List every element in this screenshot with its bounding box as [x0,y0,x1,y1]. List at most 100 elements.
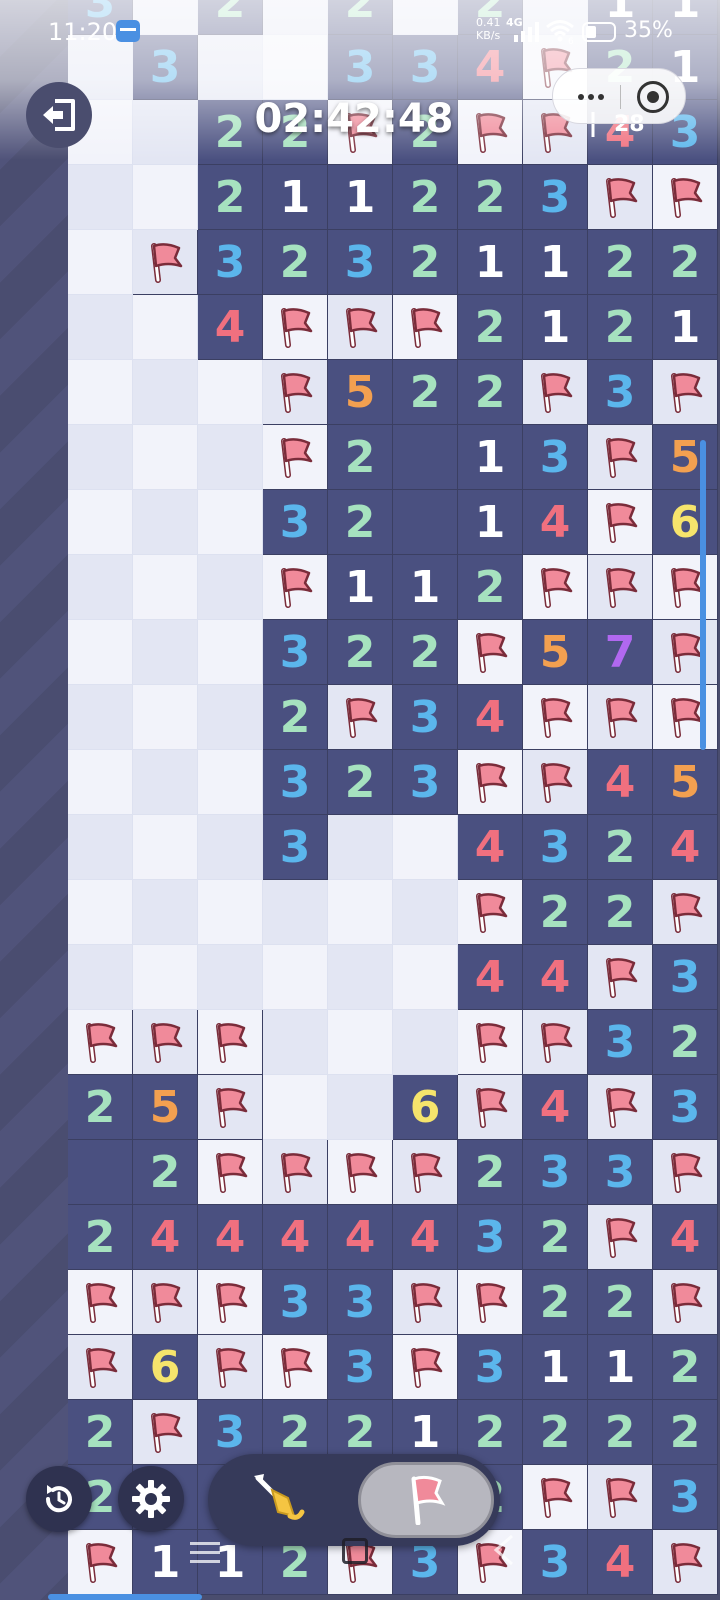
revealed-number-cell[interactable]: 3 [588,360,653,425]
revealed-number-cell[interactable]: 3 [263,620,328,685]
flagged-cell[interactable] [133,1010,198,1075]
revealed-number-cell[interactable]: 4 [198,1205,263,1270]
revealed-number-cell[interactable]: 5 [523,620,588,685]
revealed-number-cell[interactable]: 4 [328,1205,393,1270]
hidden-cell[interactable] [133,620,198,685]
flagged-cell[interactable] [133,1400,198,1465]
flagged-cell[interactable] [458,1075,523,1140]
revealed-number-cell[interactable]: 2 [393,230,458,295]
flagged-cell[interactable] [653,360,718,425]
revealed-number-cell[interactable]: 5 [653,750,718,815]
revealed-number-cell[interactable]: 4 [133,1205,198,1270]
hidden-cell[interactable] [263,945,328,1010]
revealed-number-cell[interactable]: 6 [653,490,718,555]
hidden-cell[interactable] [68,815,133,880]
revealed-number-cell[interactable]: 5 [328,360,393,425]
hidden-cell[interactable] [198,815,263,880]
revealed-number-cell[interactable]: 3 [458,1335,523,1400]
revealed-number-cell[interactable]: 3 [523,1530,588,1595]
flagged-cell[interactable] [653,620,718,685]
revealed-number-cell[interactable]: 1 [458,230,523,295]
revealed-number-cell[interactable]: 4 [588,1530,653,1595]
revealed-number-cell[interactable]: 3 [653,945,718,1010]
flagged-cell[interactable] [198,1140,263,1205]
hidden-cell[interactable] [328,880,393,945]
revealed-number-cell[interactable]: 2 [588,295,653,360]
flagged-cell[interactable] [588,945,653,1010]
revealed-number-cell[interactable]: 3 [393,685,458,750]
flag-tool-button[interactable] [358,1462,494,1538]
hidden-cell[interactable] [328,945,393,1010]
hidden-cell[interactable] [263,1010,328,1075]
hidden-cell[interactable] [133,685,198,750]
hidden-cell[interactable] [133,425,198,490]
hidden-cell[interactable] [328,1010,393,1075]
revealed-number-cell[interactable]: 4 [198,295,263,360]
revealed-number-cell[interactable]: 2 [588,1270,653,1335]
revealed-number-cell[interactable]: 2 [328,490,393,555]
flagged-cell[interactable] [198,1010,263,1075]
hidden-cell[interactable] [198,945,263,1010]
revealed-number-cell[interactable]: 2 [588,1400,653,1465]
hidden-cell[interactable] [198,620,263,685]
flagged-cell[interactable] [393,1140,458,1205]
hidden-cell[interactable] [198,685,263,750]
hidden-cell[interactable] [393,1010,458,1075]
flagged-cell[interactable] [653,1530,718,1595]
settings-button[interactable] [118,1466,184,1532]
flagged-cell[interactable] [263,295,328,360]
revealed-number-cell[interactable]: 2 [653,230,718,295]
revealed-number-cell[interactable]: 3 [523,425,588,490]
revealed-number-cell[interactable]: 2 [133,1140,198,1205]
revealed-number-cell[interactable]: 4 [523,945,588,1010]
flagged-cell[interactable] [458,620,523,685]
revealed-number-cell[interactable]: 4 [523,1075,588,1140]
revealed-number-cell[interactable]: 2 [523,880,588,945]
revealed-number-cell[interactable]: 5 [133,1075,198,1140]
hidden-cell[interactable] [68,230,133,295]
revealed-number-cell[interactable]: 1 [458,425,523,490]
flagged-cell[interactable] [588,1465,653,1530]
hidden-cell[interactable] [68,295,133,360]
flagged-cell[interactable] [198,1075,263,1140]
revealed-number-cell[interactable]: 2 [458,295,523,360]
revealed-number-cell[interactable]: 1 [653,295,718,360]
flagged-cell[interactable] [653,880,718,945]
flagged-cell[interactable] [68,1335,133,1400]
hidden-cell[interactable] [133,880,198,945]
revealed-number-cell[interactable]: 2 [653,1010,718,1075]
exit-button[interactable] [26,82,92,148]
flagged-cell[interactable] [523,685,588,750]
hidden-cell[interactable] [393,880,458,945]
revealed-number-cell[interactable]: 1 [133,1530,198,1595]
hidden-cell[interactable] [68,165,133,230]
revealed-number-cell[interactable]: 4 [523,490,588,555]
revealed-number-cell[interactable]: 3 [328,1335,393,1400]
restart-button[interactable] [26,1466,92,1532]
flagged-cell[interactable] [328,295,393,360]
hidden-cell[interactable] [68,490,133,555]
hidden-cell[interactable] [68,685,133,750]
flagged-cell[interactable] [523,750,588,815]
flagged-cell[interactable] [263,1140,328,1205]
revealed-number-cell[interactable]: 3 [523,1140,588,1205]
revealed-number-cell[interactable]: 1 [588,1335,653,1400]
revealed-number-cell[interactable]: 3 [588,1140,653,1205]
revealed-number-cell[interactable]: 2 [458,165,523,230]
revealed-number-cell[interactable]: 2 [588,230,653,295]
hidden-cell[interactable] [198,490,263,555]
revealed-number-cell[interactable]: 1 [328,165,393,230]
revealed-number-cell[interactable]: 1 [393,555,458,620]
revealed-number-cell[interactable]: 1 [263,165,328,230]
revealed-number-cell[interactable]: 3 [393,750,458,815]
flagged-cell[interactable] [198,1335,263,1400]
revealed-number-cell[interactable]: 3 [523,815,588,880]
hidden-cell[interactable] [198,555,263,620]
hidden-cell[interactable] [393,815,458,880]
revealed-number-cell[interactable]: 4 [653,815,718,880]
hidden-cell[interactable] [263,880,328,945]
revealed-number-cell[interactable]: 2 [458,555,523,620]
flagged-cell[interactable] [588,1075,653,1140]
revealed-number-cell[interactable]: 2 [523,1400,588,1465]
revealed-number-cell[interactable]: 2 [68,1205,133,1270]
